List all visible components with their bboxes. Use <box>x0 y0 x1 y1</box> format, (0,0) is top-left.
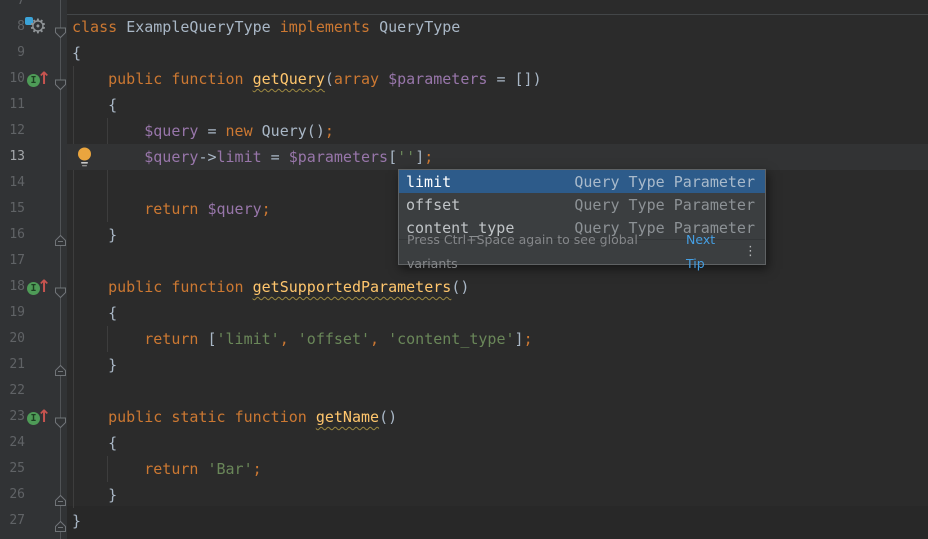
line-number[interactable]: 8 <box>0 14 25 40</box>
code-text: return $query; <box>72 196 271 222</box>
line-number[interactable]: 16 <box>0 222 25 248</box>
line-number[interactable]: 19 <box>0 300 25 326</box>
code-text: public static function getName() <box>72 404 397 430</box>
line-number[interactable]: 9 <box>0 40 25 66</box>
fold-end-marker[interactable] <box>54 489 67 502</box>
code-line[interactable]: 23I↑ public static function getName() <box>0 404 928 430</box>
code-line[interactable]: 27} <box>0 508 928 534</box>
code-line[interactable]: 13 $query->limit = $parameters['']; <box>0 144 928 170</box>
code-line[interactable]: 22 <box>0 378 928 404</box>
line-number[interactable]: 12 <box>0 118 25 144</box>
code-line[interactable]: 9{ <box>0 40 928 66</box>
code-text: { <box>72 300 117 326</box>
code-text: $query->limit = $parameters['']; <box>72 144 433 170</box>
line-number[interactable]: 27 <box>0 508 25 534</box>
code-line[interactable]: 25 return 'Bar'; <box>0 456 928 482</box>
code-text: { <box>72 92 117 118</box>
completion-item[interactable]: offsetQuery Type Parameter <box>399 193 765 216</box>
code-line[interactable]: 21 } <box>0 352 928 378</box>
code-line[interactable]: 26 } <box>0 482 928 508</box>
override-arrow-icon: ↑ <box>37 68 51 90</box>
code-text: return ['limit', 'offset', 'content_type… <box>72 326 533 352</box>
completion-hint: Press Ctrl+Space again to see global var… <box>407 228 677 276</box>
code-line[interactable]: 8⚙ class ExampleQueryType implements Quer… <box>0 14 928 40</box>
line-number[interactable]: 7 <box>0 0 25 14</box>
code-text: { <box>72 40 81 66</box>
fold-end-marker[interactable] <box>54 229 67 242</box>
code-line[interactable]: 19 { <box>0 300 928 326</box>
code-line[interactable]: 18I↑ public function getSupportedParamet… <box>0 274 928 300</box>
gear-icon[interactable]: ⚙ <box>26 16 48 38</box>
code-text: } <box>72 222 117 248</box>
implements-method-icon[interactable]: I↑ <box>26 406 48 428</box>
code-line[interactable]: 20 return ['limit', 'offset', 'content_t… <box>0 326 928 352</box>
fold-end-marker[interactable] <box>54 515 67 528</box>
code-line[interactable]: 24 { <box>0 430 928 456</box>
completion-footer: Press Ctrl+Space again to see global var… <box>399 239 765 264</box>
completion-popup: limitQuery Type ParameteroffsetQuery Typ… <box>398 169 766 265</box>
override-arrow-icon: ↑ <box>37 406 51 428</box>
gear-glyph-icon: ⚙ <box>29 14 47 38</box>
line-number[interactable]: 20 <box>0 326 25 352</box>
line-number[interactable]: 25 <box>0 456 25 482</box>
implements-method-icon[interactable]: I↑ <box>26 68 48 90</box>
line-number[interactable]: 13 <box>0 144 25 170</box>
completion-item[interactable]: limitQuery Type Parameter <box>399 170 765 193</box>
code-text: public function getQuery(array $paramete… <box>72 66 542 92</box>
code-text: $query = new Query(); <box>72 118 334 144</box>
fold-start-marker[interactable] <box>54 281 67 294</box>
code-line[interactable]: 10I↑ public function getQuery(array $par… <box>0 66 928 92</box>
code-line[interactable]: 11 { <box>0 92 928 118</box>
line-number[interactable]: 10 <box>0 66 25 92</box>
code-text: } <box>72 352 117 378</box>
code-text: } <box>72 508 81 534</box>
code-text: class ExampleQueryType implements QueryT… <box>72 14 460 40</box>
code-text: return 'Bar'; <box>72 456 262 482</box>
line-number[interactable]: 21 <box>0 352 25 378</box>
fold-start-marker[interactable] <box>54 411 67 424</box>
fold-start-marker[interactable] <box>54 21 67 34</box>
more-options-icon[interactable]: ⋮ <box>744 240 757 264</box>
code-text: { <box>72 430 117 456</box>
fold-start-marker[interactable] <box>54 73 67 86</box>
fold-end-marker[interactable] <box>54 359 67 372</box>
line-number[interactable]: 26 <box>0 482 25 508</box>
line-number[interactable]: 23 <box>0 404 25 430</box>
line-number[interactable]: 11 <box>0 92 25 118</box>
code-line[interactable]: 7 <box>0 0 928 14</box>
code-text: public function getSupportedParameters() <box>72 274 469 300</box>
override-arrow-icon: ↑ <box>37 276 51 298</box>
line-number[interactable]: 17 <box>0 248 25 274</box>
code-editor: 78⚙ class ExampleQueryType implements Que… <box>0 0 928 539</box>
line-number[interactable]: 22 <box>0 378 25 404</box>
code-line[interactable]: 12 $query = new Query(); <box>0 118 928 144</box>
next-tip-link[interactable]: Next Tip <box>686 228 735 276</box>
implements-method-icon[interactable]: I↑ <box>26 276 48 298</box>
line-number[interactable]: 14 <box>0 170 25 196</box>
line-number[interactable]: 15 <box>0 196 25 222</box>
line-number[interactable]: 18 <box>0 274 25 300</box>
line-number[interactable]: 24 <box>0 430 25 456</box>
code-text: } <box>72 482 117 508</box>
